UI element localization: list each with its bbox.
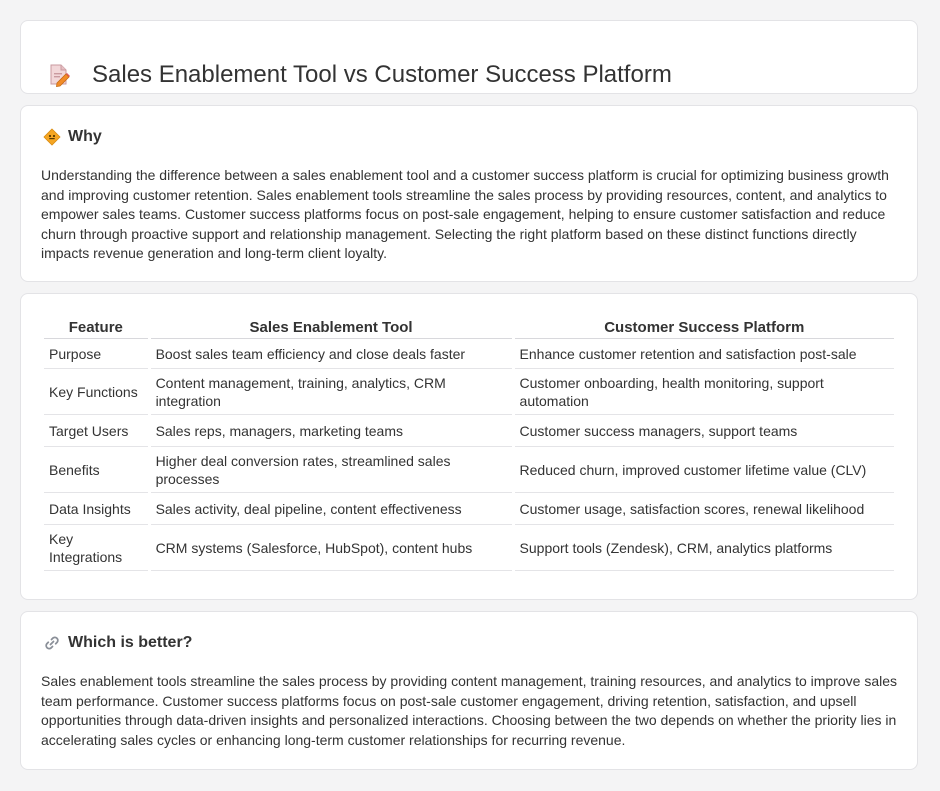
column-header-feature: Feature: [44, 316, 148, 339]
document-pencil-icon: [50, 64, 70, 88]
better-heading-row: Which is better?: [43, 634, 192, 652]
customer-success-cell: Customer success managers, support teams: [514, 415, 894, 447]
better-heading: Which is better?: [68, 634, 193, 651]
why-body: Understanding the difference between a s…: [41, 167, 889, 261]
customer-success-cell: Support tools (Zendesk), CRM, analytics …: [514, 525, 894, 571]
sales-enablement-cell: Boost sales team efficiency and close de…: [150, 339, 512, 369]
feature-cell: Data Insights: [44, 493, 148, 525]
sales-enablement-cell: Content management, training, analytics,…: [150, 369, 512, 415]
customer-success-cell: Customer usage, satisfaction scores, ren…: [514, 493, 894, 525]
diamond-sign-icon: [43, 128, 61, 146]
feature-cell: Key Functions: [44, 369, 148, 415]
which-is-better-section: Which is better? Sales enablement tools …: [20, 611, 918, 770]
table-row: Key Integrations CRM systems (Salesforce…: [44, 525, 894, 571]
table-header-row: Feature Sales Enablement Tool Customer S…: [44, 316, 894, 339]
table-row: Data Insights Sales activity, deal pipel…: [44, 493, 894, 525]
why-heading: Why: [68, 128, 102, 145]
header-card: Sales Enablement Tool vs Customer Succes…: [20, 20, 918, 94]
sales-enablement-cell: CRM systems (Salesforce, HubSpot), conte…: [150, 525, 512, 571]
comparison-section: Feature Sales Enablement Tool Customer S…: [20, 293, 918, 600]
sales-enablement-cell: Higher deal conversion rates, streamline…: [150, 447, 512, 493]
table-row: Target Users Sales reps, managers, marke…: [44, 415, 894, 447]
sales-enablement-cell: Sales reps, managers, marketing teams: [150, 415, 512, 447]
comparison-table: Feature Sales Enablement Tool Customer S…: [41, 316, 897, 571]
link-icon: [45, 636, 59, 650]
customer-success-cell: Customer onboarding, health monitoring, …: [514, 369, 894, 415]
why-section: Why Understanding the difference between…: [20, 105, 918, 282]
table-row: Key Functions Content management, traini…: [44, 369, 894, 415]
title-row: Sales Enablement Tool vs Customer Succes…: [47, 45, 672, 105]
why-heading-row: Why: [43, 128, 102, 146]
feature-cell: Target Users: [44, 415, 148, 447]
customer-success-cell: Reduced churn, improved customer lifetim…: [514, 447, 894, 493]
better-body: Sales enablement tools streamline the sa…: [41, 673, 898, 748]
customer-success-cell: Enhance customer retention and satisfact…: [514, 339, 894, 369]
sales-enablement-cell: Sales activity, deal pipeline, content e…: [150, 493, 512, 525]
feature-cell: Purpose: [44, 339, 148, 369]
page-title: Sales Enablement Tool vs Customer Succes…: [92, 61, 672, 89]
column-header-sales-enablement: Sales Enablement Tool: [150, 316, 512, 339]
feature-cell: Key Integrations: [44, 525, 148, 571]
feature-cell: Benefits: [44, 447, 148, 493]
column-header-customer-success: Customer Success Platform: [514, 316, 894, 339]
table-row: Benefits Higher deal conversion rates, s…: [44, 447, 894, 493]
table-row: Purpose Boost sales team efficiency and …: [44, 339, 894, 369]
